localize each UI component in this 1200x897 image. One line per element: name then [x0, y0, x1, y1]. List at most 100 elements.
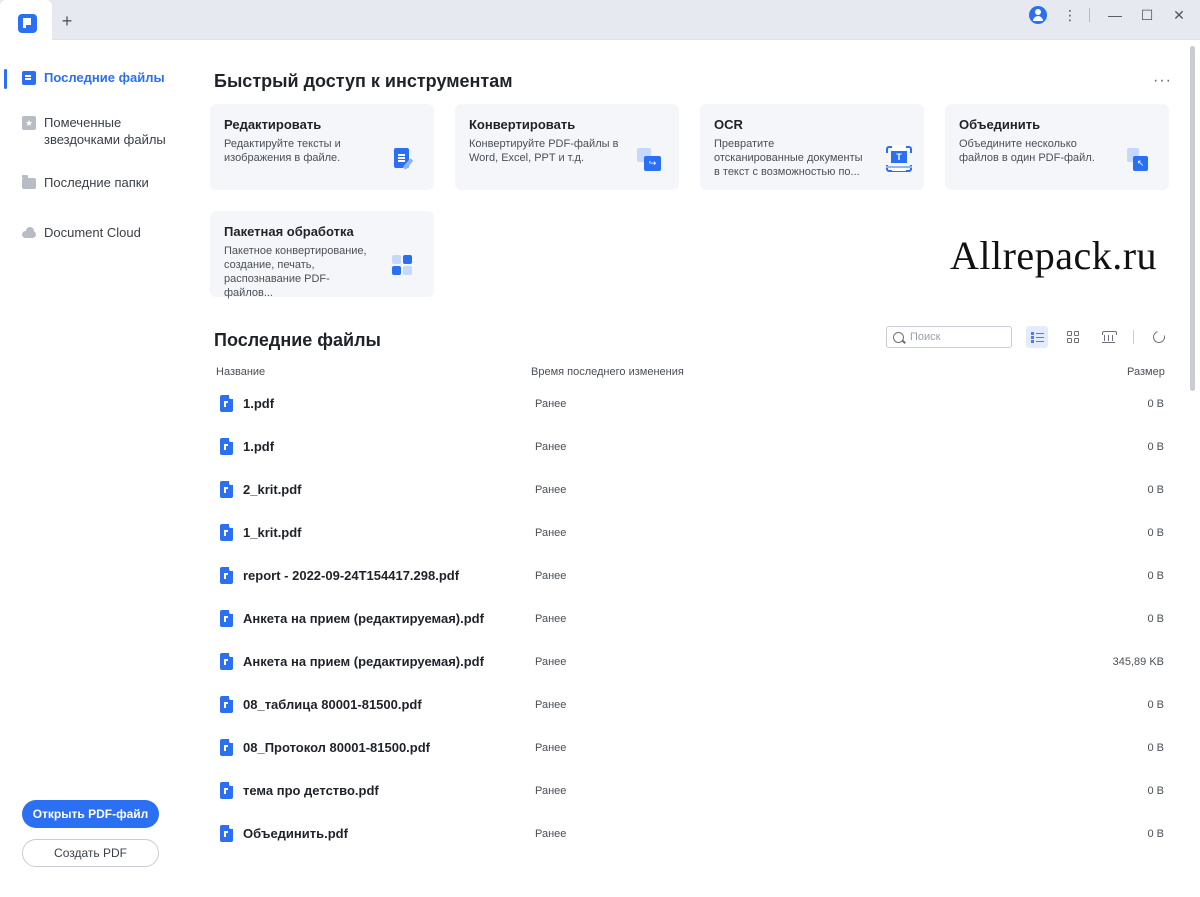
- sidebar-item-recent-folders[interactable]: Последние папки: [0, 174, 180, 191]
- pdf-file-icon: [220, 524, 233, 541]
- file-modified-time: Ранее: [535, 398, 567, 410]
- file-name[interactable]: Анкета на прием (редактируемая).pdf: [243, 654, 484, 669]
- tool-card-ocr[interactable]: OCR Превратите отсканированные документы…: [700, 104, 924, 190]
- tool-card-convert[interactable]: Конвертировать Конвертируйте PDF-файлы в…: [455, 104, 679, 190]
- tool-card-merge[interactable]: Объединить Объедините несколько файлов в…: [945, 104, 1169, 190]
- scrollbar[interactable]: [1190, 46, 1195, 391]
- file-name[interactable]: 08_Протокол 80001-81500.pdf: [243, 740, 430, 755]
- quick-access-title: Быстрый доступ к инструментам: [214, 71, 513, 91]
- table-row[interactable]: 1.pdf Ранее 0 B: [216, 425, 1166, 468]
- pdf-file-icon: [220, 610, 233, 627]
- star-icon: ★: [22, 116, 36, 130]
- file-name[interactable]: 08_таблица 80001-81500.pdf: [243, 697, 422, 712]
- pdf-file-icon: [220, 739, 233, 756]
- merge-icon: ↖: [1127, 148, 1151, 172]
- column-header-size[interactable]: Размер: [1127, 366, 1165, 378]
- list-view-button[interactable]: [1026, 326, 1048, 348]
- new-tab-button[interactable]: +: [58, 12, 76, 30]
- convert-icon: ↪: [637, 148, 661, 172]
- pdf-file-icon: [220, 395, 233, 412]
- grid-view-icon: [1066, 330, 1080, 344]
- sidebar-item-document-cloud[interactable]: Document Cloud: [0, 224, 180, 241]
- card-title: OCR: [714, 117, 743, 132]
- card-title: Редактировать: [224, 117, 322, 132]
- table-row[interactable]: 08_таблица 80001-81500.pdf Ранее 0 B: [216, 683, 1166, 726]
- file-name[interactable]: Объединить.pdf: [243, 826, 348, 841]
- file-name[interactable]: 2_krit.pdf: [243, 482, 302, 497]
- table-row[interactable]: report - 2022-09-24T154417.298.pdf Ранее 0…: [216, 554, 1166, 597]
- table-row[interactable]: Анкета на прием (редактируемая).pdf Ранее…: [216, 640, 1166, 683]
- pdf-file-icon: [220, 567, 233, 584]
- file-name[interactable]: report - 2022-09-24T154417.298.pdf: [243, 568, 459, 583]
- table-row[interactable]: 2_krit.pdf Ранее 0 B: [216, 468, 1166, 511]
- file-name[interactable]: Анкета на прием (редактируемая).pdf: [243, 611, 484, 626]
- file-name[interactable]: тема про детство.pdf: [243, 783, 379, 798]
- document-icon: [22, 71, 36, 85]
- file-size: 0 B: [1147, 785, 1164, 797]
- sidebar: Последние файлы ★ Помеченные звездочками…: [0, 40, 180, 897]
- avatar-icon: [1029, 6, 1047, 24]
- cloud-icon: [22, 226, 36, 240]
- file-modified-time: Ранее: [535, 656, 567, 668]
- search-box[interactable]: [886, 326, 1012, 348]
- file-modified-time: Ранее: [535, 785, 567, 797]
- file-name[interactable]: 1.pdf: [243, 439, 274, 454]
- card-description: Конвертируйте PDF-файлы в Word, Excel, P…: [469, 138, 619, 164]
- table-row[interactable]: Анкета на прием (редактируемая).pdf Ранее…: [216, 597, 1166, 640]
- account-button[interactable]: [1025, 4, 1051, 26]
- grid-view-button[interactable]: [1062, 326, 1084, 348]
- file-size: 0 B: [1147, 828, 1164, 840]
- sidebar-item-label: Последние файлы: [44, 70, 165, 85]
- card-description: Пакетное конвертирование, создание, печа…: [224, 245, 367, 299]
- more-options-icon[interactable]: ···: [1153, 72, 1172, 90]
- pdf-file-icon: [220, 481, 233, 498]
- file-name[interactable]: 1_krit.pdf: [243, 525, 302, 540]
- file-modified-time: Ранее: [535, 570, 567, 582]
- minimize-button[interactable]: —: [1102, 4, 1128, 26]
- search-input[interactable]: [910, 331, 1006, 343]
- card-title: Объединить: [959, 117, 1041, 132]
- edit-icon: [392, 148, 416, 172]
- folder-icon: [22, 175, 36, 189]
- table-row[interactable]: Объединить.pdf Ранее 0 B: [216, 812, 1166, 855]
- recent-files-title: Последние файлы: [214, 330, 381, 350]
- column-header-time[interactable]: Время последнего изменения: [531, 366, 684, 378]
- more-menu-button[interactable]: ⋮: [1057, 4, 1083, 26]
- maximize-button[interactable]: ☐: [1134, 4, 1160, 26]
- column-header-name[interactable]: Название: [216, 366, 265, 378]
- file-modified-time: Ранее: [535, 441, 567, 453]
- toolbar-divider: [1133, 330, 1134, 344]
- sidebar-item-starred[interactable]: ★ Помеченные звездочками файлы: [0, 114, 180, 148]
- search-icon: [893, 331, 904, 343]
- list-view-icon: [1030, 331, 1044, 343]
- table-row[interactable]: тема про детство.pdf Ранее 0 B: [216, 769, 1166, 812]
- file-size: 0 B: [1147, 527, 1164, 539]
- file-size: 0 B: [1147, 699, 1164, 711]
- active-indicator: [4, 69, 7, 89]
- table-row[interactable]: 1.pdf Ранее 0 B: [216, 382, 1166, 425]
- pdf-file-icon: [220, 825, 233, 842]
- titlebar-divider: [1089, 8, 1090, 22]
- clear-history-button[interactable]: [1097, 326, 1119, 348]
- tool-card-edit[interactable]: Редактировать Редактируйте тексты и изоб…: [210, 104, 434, 190]
- close-button[interactable]: ✕: [1166, 4, 1192, 26]
- sidebar-item-recent-files[interactable]: Последние файлы: [0, 69, 180, 89]
- file-size: 0 B: [1147, 441, 1164, 453]
- pdf-file-icon: [220, 782, 233, 799]
- file-size: 0 B: [1147, 742, 1164, 754]
- batch-icon: [392, 255, 416, 279]
- sidebar-item-label: Document Cloud: [44, 225, 141, 240]
- refresh-button[interactable]: [1148, 326, 1170, 348]
- title-bar: + ⋮ — ☐ ✕: [0, 0, 1200, 40]
- pdf-file-icon: [220, 653, 233, 670]
- app-home-tab[interactable]: [0, 0, 52, 40]
- tool-card-batch[interactable]: Пакетная обработка Пакетное конвертирова…: [210, 211, 434, 299]
- card-title: Конвертировать: [469, 117, 576, 132]
- file-size: 0 B: [1147, 484, 1164, 496]
- file-name[interactable]: 1.pdf: [243, 396, 274, 411]
- window-controls: ⋮ — ☐ ✕: [1019, 4, 1200, 26]
- table-row[interactable]: 08_Протокол 80001-81500.pdf Ранее 0 B: [216, 726, 1166, 769]
- create-pdf-button[interactable]: Создать PDF: [22, 839, 159, 867]
- table-row[interactable]: 1_krit.pdf Ранее 0 B: [216, 511, 1166, 554]
- open-pdf-button[interactable]: Открыть PDF-файл: [22, 800, 159, 828]
